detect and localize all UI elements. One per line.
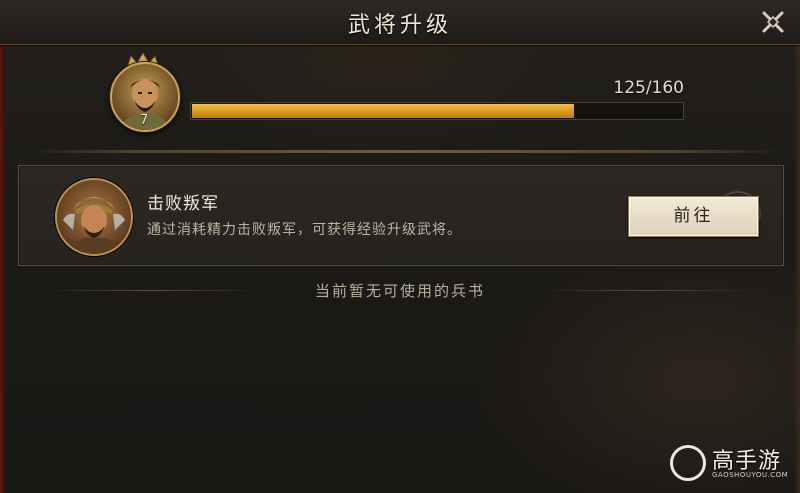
go-button[interactable]: 前往 — [628, 196, 759, 237]
close-x-icon[interactable] — [758, 7, 788, 37]
empty-notice: 当前暂无可使用的兵书 — [314, 282, 485, 300]
window-title: 武将升级 — [347, 13, 452, 38]
exp-text: 125/160 — [613, 78, 684, 98]
task-description: 通过消耗精力击败叛军，可获得经验升级武将。 — [147, 222, 462, 238]
watermark: 高手游 GAOSHOUYOU.COM — [670, 441, 790, 485]
hero-level: 7 — [140, 113, 149, 128]
task-title: 击败叛军 — [147, 194, 219, 214]
watermark-logo-icon — [670, 445, 706, 481]
task-card: 击败叛军 通过消耗精力击败叛军，可获得经验升级武将。 前往 — [18, 165, 784, 266]
rebel-general-portrait — [55, 178, 133, 256]
title-bar: 武将升级 — [0, 0, 800, 45]
watermark-url: GAOSHOUYOU.COM — [712, 471, 789, 479]
exp-progress-bar — [190, 102, 684, 120]
exp-progress-fill — [192, 104, 575, 118]
divider — [28, 150, 783, 153]
hero-area: 7 125/160 — [0, 44, 800, 154]
